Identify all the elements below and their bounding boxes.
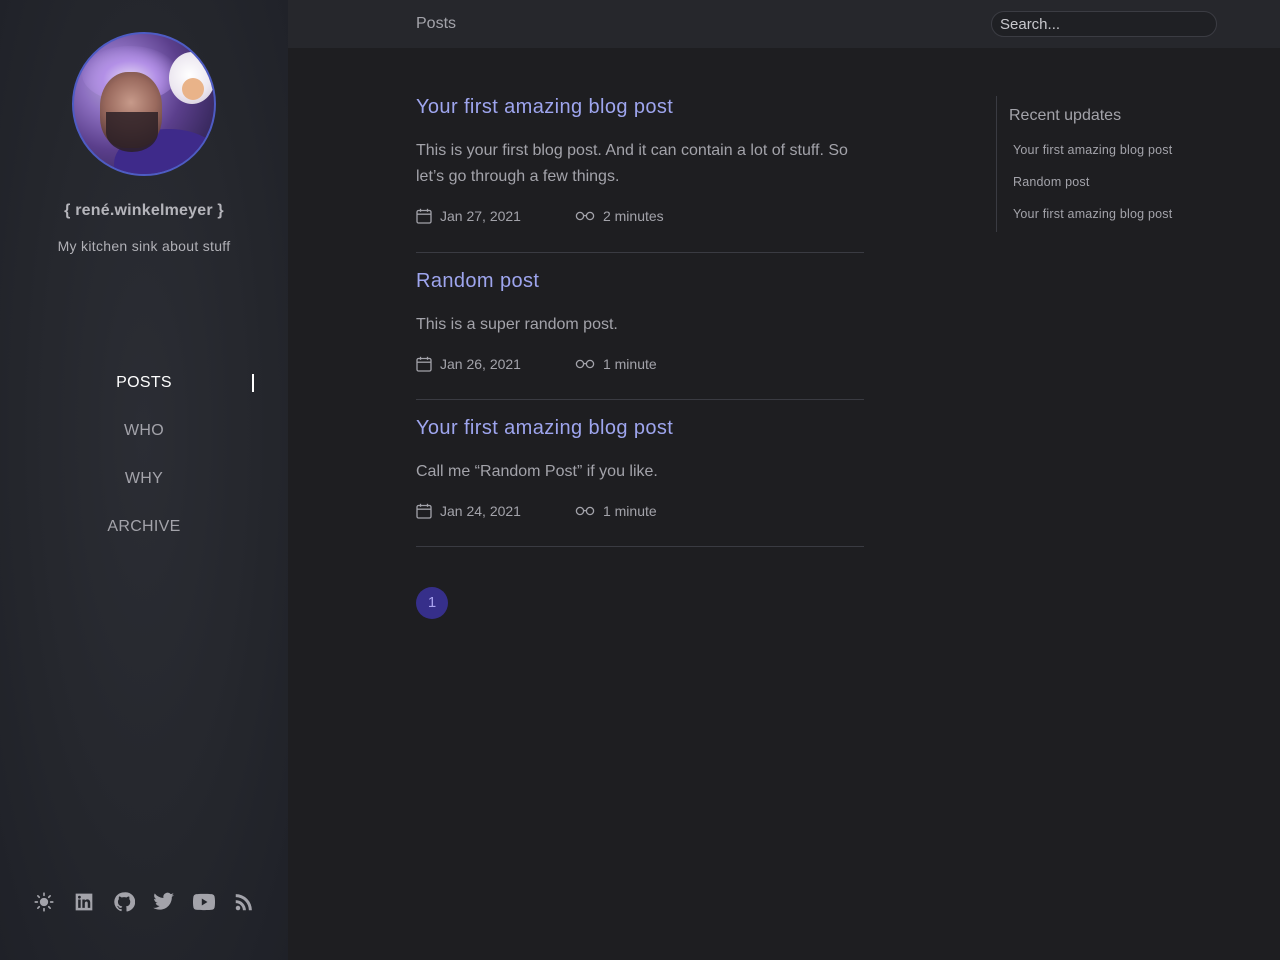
post-item: Your first amazing blog post Call me “Ra… bbox=[416, 417, 864, 547]
calendar-icon bbox=[416, 208, 432, 224]
post-meta: Jan 26, 2021 1 minute bbox=[416, 356, 864, 372]
site-tagline: My kitchen sink about stuff bbox=[57, 238, 231, 254]
post-item: Your first amazing blog post This is you… bbox=[416, 96, 864, 253]
nav-item-who[interactable]: WHO bbox=[0, 420, 288, 468]
recent-update-link[interactable]: Your first amazing blog post bbox=[1013, 143, 1172, 175]
post-date: Jan 27, 2021 bbox=[416, 208, 521, 224]
post-excerpt: This is your first blog post. And it can… bbox=[416, 142, 848, 185]
nav-item-posts[interactable]: POSTS bbox=[0, 372, 288, 420]
post-date-text: Jan 26, 2021 bbox=[440, 356, 521, 372]
github-icon[interactable] bbox=[112, 890, 136, 914]
glasses-icon bbox=[575, 359, 595, 369]
post-item: Random post This is a super random post.… bbox=[416, 270, 864, 400]
post-date-text: Jan 24, 2021 bbox=[440, 503, 521, 519]
youtube-icon[interactable] bbox=[192, 890, 216, 914]
post-meta: Jan 27, 2021 2 minutes bbox=[416, 208, 864, 224]
post-title-link[interactable]: Random post bbox=[416, 270, 864, 293]
nav-item-archive[interactable]: ARCHIVE bbox=[0, 516, 288, 564]
post-reading-time-text: 1 minute bbox=[602, 356, 657, 372]
pagination-page-button[interactable]: 1 bbox=[416, 587, 448, 619]
avatar[interactable] bbox=[72, 32, 216, 176]
site-name[interactable]: { rené.winkelmeyer } bbox=[0, 202, 288, 220]
avatar-plush-toy-face bbox=[182, 78, 204, 100]
calendar-icon bbox=[416, 503, 432, 519]
rss-icon[interactable] bbox=[232, 890, 256, 914]
recent-update-link[interactable]: Random post bbox=[1013, 175, 1172, 207]
post-reading-time-text: 2 minutes bbox=[602, 208, 664, 224]
avatar-beard bbox=[106, 112, 158, 152]
linkedin-icon[interactable] bbox=[72, 890, 96, 914]
social-links bbox=[32, 890, 272, 914]
post-date: Jan 24, 2021 bbox=[416, 503, 521, 519]
breadcrumb: Posts bbox=[416, 15, 457, 32]
post-excerpt: Call me “Random Post” if you like. bbox=[416, 463, 658, 480]
post-meta: Jan 24, 2021 1 minute bbox=[416, 503, 864, 519]
post-title-link[interactable]: Your first amazing blog post bbox=[416, 417, 864, 440]
post-date-text: Jan 27, 2021 bbox=[440, 208, 521, 224]
recent-updates-title: Recent updates bbox=[1009, 107, 1122, 124]
recent-updates: Recent updates Your first amazing blog p… bbox=[996, 96, 1216, 232]
recent-updates-list: Your first amazing blog post Random post… bbox=[1013, 143, 1172, 239]
recent-update-link[interactable]: Your first amazing blog post bbox=[1013, 207, 1172, 239]
post-title-link[interactable]: Your first amazing blog post bbox=[416, 96, 864, 119]
post-reading-time: 2 minutes bbox=[575, 208, 664, 224]
main-nav: POSTS WHO WHY ARCHIVE bbox=[0, 372, 288, 564]
post-reading-time-text: 1 minute bbox=[602, 503, 657, 519]
nav-item-why[interactable]: WHY bbox=[0, 468, 288, 516]
calendar-icon bbox=[416, 356, 432, 372]
post-excerpt: This is a super random post. bbox=[416, 316, 618, 333]
top-bar: Posts bbox=[288, 0, 1280, 48]
glasses-icon bbox=[575, 506, 595, 516]
post-reading-time: 1 minute bbox=[575, 356, 657, 372]
post-date: Jan 26, 2021 bbox=[416, 356, 521, 372]
sidebar: { rené.winkelmeyer } My kitchen sink abo… bbox=[0, 0, 288, 960]
search-input[interactable] bbox=[991, 11, 1217, 37]
glasses-icon bbox=[575, 211, 595, 221]
post-reading-time: 1 minute bbox=[575, 503, 657, 519]
theme-toggle-icon[interactable] bbox=[32, 890, 56, 914]
twitter-icon[interactable] bbox=[152, 890, 176, 914]
